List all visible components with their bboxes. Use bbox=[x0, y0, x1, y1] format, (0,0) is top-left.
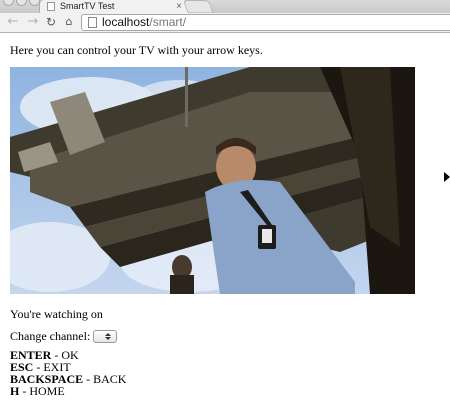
window-minimize-button[interactable] bbox=[16, 0, 27, 6]
url-text[interactable]: localhost/smart/ bbox=[102, 15, 186, 30]
page-icon bbox=[88, 17, 97, 28]
tab-close-icon[interactable]: × bbox=[176, 0, 182, 13]
key-name: H bbox=[10, 384, 20, 398]
intro-text: Here you can control your TV with your a… bbox=[10, 43, 263, 57]
key-legend: ENTER - OK ESC - EXIT BACKSPACE - BACK H… bbox=[10, 349, 126, 397]
browser-toolbar: ← → ↻ ⌂ localhost/smart/ bbox=[0, 13, 450, 33]
video-frame bbox=[10, 67, 415, 294]
arrow-left-icon[interactable]: ← bbox=[6, 14, 20, 30]
home-icon[interactable]: ⌂ bbox=[62, 14, 76, 30]
key-action: HOME bbox=[29, 384, 65, 398]
window-close-button[interactable] bbox=[3, 0, 14, 6]
tab-title: SmartTV Test bbox=[60, 1, 115, 11]
channel-label: Change channel: bbox=[10, 329, 91, 343]
page-favicon-icon bbox=[47, 2, 55, 11]
new-tab-button[interactable] bbox=[182, 0, 214, 12]
reload-icon[interactable]: ↻ bbox=[44, 14, 58, 30]
now-watching-text: You're watching on bbox=[10, 307, 103, 321]
channel-row: Change channel: bbox=[10, 329, 118, 344]
channel-select[interactable] bbox=[93, 330, 118, 343]
key-action: BACK bbox=[93, 372, 127, 386]
mouse-cursor-icon bbox=[444, 172, 450, 182]
url-path: /smart/ bbox=[149, 15, 187, 29]
arrow-right-icon[interactable]: → bbox=[26, 14, 40, 30]
key-separator: - bbox=[83, 372, 94, 386]
browser-tab[interactable]: SmartTV Test × bbox=[39, 0, 189, 13]
browser-tab-strip: SmartTV Test × bbox=[0, 0, 450, 13]
address-bar[interactable]: localhost/smart/ bbox=[81, 14, 450, 31]
key-legend-item: H - HOME bbox=[10, 385, 126, 397]
url-host: localhost bbox=[102, 15, 150, 29]
video-player[interactable] bbox=[10, 67, 415, 294]
key-separator: - bbox=[19, 384, 30, 398]
